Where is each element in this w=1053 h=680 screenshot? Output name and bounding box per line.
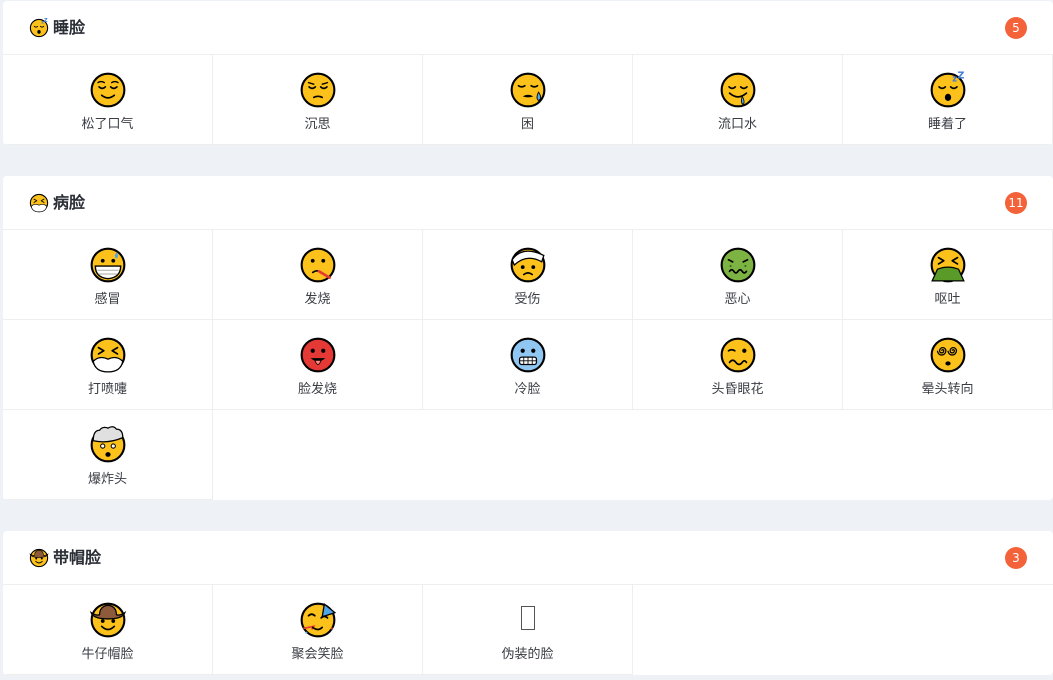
emoji-label: 受伤 xyxy=(514,292,541,307)
emoji-label: 困 xyxy=(520,117,534,132)
emoji-browser: zZ 睡脸 5 松了口气 沉思 困 流口水 zZ 睡着了 病脸 11 感冒 发烧… xyxy=(0,0,1053,680)
sleeping-face-icon: zZ xyxy=(29,18,49,38)
emoji-tile[interactable]: 伪装的脸 xyxy=(423,585,633,675)
count-badge: 5 xyxy=(1005,17,1027,39)
count-badge: 11 xyxy=(1005,192,1027,214)
emoji-label: 流口水 xyxy=(717,117,757,132)
emoji-label: 睡着了 xyxy=(927,117,967,132)
face-with-thermometer-icon xyxy=(299,246,337,284)
emoji-tile[interactable]: 晕头转向 xyxy=(843,320,1053,410)
sleepy-face-icon xyxy=(509,71,547,109)
emoji-label: 头昏眼花 xyxy=(711,382,764,397)
emoji-tile[interactable]: 爆炸头 xyxy=(3,410,213,500)
emoji-tile[interactable]: 受伤 xyxy=(423,230,633,320)
emoji-label: 聚会笑脸 xyxy=(291,647,344,662)
face-with-medical-mask-icon xyxy=(89,246,127,284)
category-header: 病脸 11 xyxy=(3,176,1053,230)
emoji-tile[interactable]: 脸发烧 xyxy=(213,320,423,410)
emoji-tile[interactable]: 松了口气 xyxy=(3,55,213,145)
emoji-tile[interactable]: 聚会笑脸 xyxy=(213,585,423,675)
emoji-tile[interactable]: 发烧 xyxy=(213,230,423,320)
emoji-tile[interactable]: 呕吐 xyxy=(843,230,1053,320)
sleeping-face-icon: zZ xyxy=(929,70,967,109)
emoji-tile[interactable]: zZ 睡着了 xyxy=(843,55,1053,145)
pensive-face-icon xyxy=(299,71,337,109)
count-badge: 3 xyxy=(1005,547,1027,569)
missing-glyph-icon xyxy=(520,606,535,630)
emoji-label: 伪装的脸 xyxy=(501,647,554,662)
category-header: zZ 睡脸 5 xyxy=(3,1,1053,55)
cold-face-icon xyxy=(509,336,547,374)
nauseated-face-icon xyxy=(719,246,757,284)
emoji-grid: 牛仔帽脸 聚会笑脸 伪装的脸 xyxy=(3,585,1053,675)
category-title: 带帽脸 xyxy=(53,548,102,567)
cowboy-hat-face-icon xyxy=(29,548,49,568)
cowboy-hat-face-icon xyxy=(89,601,127,639)
emoji-label: 恶心 xyxy=(724,292,751,307)
emoji-tile[interactable]: 头昏眼花 xyxy=(633,320,843,410)
category-card-hat: 带帽脸 3 牛仔帽脸 聚会笑脸 伪装的脸 xyxy=(3,531,1053,675)
emoji-tile[interactable]: 恶心 xyxy=(633,230,843,320)
emoji-label: 脸发烧 xyxy=(297,382,337,397)
hot-face-icon xyxy=(299,336,337,374)
svg-text:Z: Z xyxy=(44,18,48,24)
svg-text:z: z xyxy=(952,74,957,84)
sneezing-face-icon xyxy=(89,336,127,374)
category-title: 病脸 xyxy=(53,193,86,212)
emoji-tile[interactable]: 流口水 xyxy=(633,55,843,145)
category-header: 带帽脸 3 xyxy=(3,531,1053,585)
emoji-label: 冷脸 xyxy=(514,382,541,397)
emoji-tile[interactable]: 感冒 xyxy=(3,230,213,320)
emoji-label: 呕吐 xyxy=(934,292,961,307)
woozy-face-icon xyxy=(719,336,757,374)
svg-text:Z: Z xyxy=(957,71,964,81)
exploding-head-icon xyxy=(89,426,127,464)
emoji-label: 爆炸头 xyxy=(87,472,127,487)
category-title: 睡脸 xyxy=(53,18,86,37)
emoji-label: 感冒 xyxy=(94,292,121,307)
sneezing-face-icon xyxy=(29,193,49,213)
emoji-label: 沉思 xyxy=(304,117,331,132)
emoji-tile[interactable]: 冷脸 xyxy=(423,320,633,410)
emoji-tile[interactable]: 困 xyxy=(423,55,633,145)
emoji-tile[interactable]: 沉思 xyxy=(213,55,423,145)
emoji-label: 牛仔帽脸 xyxy=(81,647,134,662)
drooling-face-icon xyxy=(719,71,757,109)
category-card-sleepy: zZ 睡脸 5 松了口气 沉思 困 流口水 zZ 睡着了 xyxy=(3,1,1053,145)
emoji-label: 打喷嚏 xyxy=(87,382,127,397)
emoji-label: 发烧 xyxy=(304,292,331,307)
emoji-grid: 松了口气 沉思 困 流口水 zZ 睡着了 xyxy=(3,55,1053,145)
emoji-label: 晕头转向 xyxy=(921,382,974,397)
face-with-head-bandage-icon xyxy=(509,246,547,284)
emoji-grid: 感冒 发烧 受伤 恶心 呕吐 打喷嚏 脸发烧 冷脸 头昏眼花 晕头转向 爆炸头 xyxy=(3,230,1053,500)
relieved-face-icon xyxy=(89,71,127,109)
vomiting-face-icon xyxy=(929,246,967,284)
emoji-tile[interactable]: 打喷嚏 xyxy=(3,320,213,410)
emoji-label: 松了口气 xyxy=(81,117,134,132)
emoji-tile[interactable]: 牛仔帽脸 xyxy=(3,585,213,675)
category-card-sick: 病脸 11 感冒 发烧 受伤 恶心 呕吐 打喷嚏 脸发烧 冷脸 头昏眼花 晕头转… xyxy=(3,176,1053,500)
face-with-spiral-eyes-icon xyxy=(929,336,967,374)
partying-face-icon xyxy=(299,601,337,639)
